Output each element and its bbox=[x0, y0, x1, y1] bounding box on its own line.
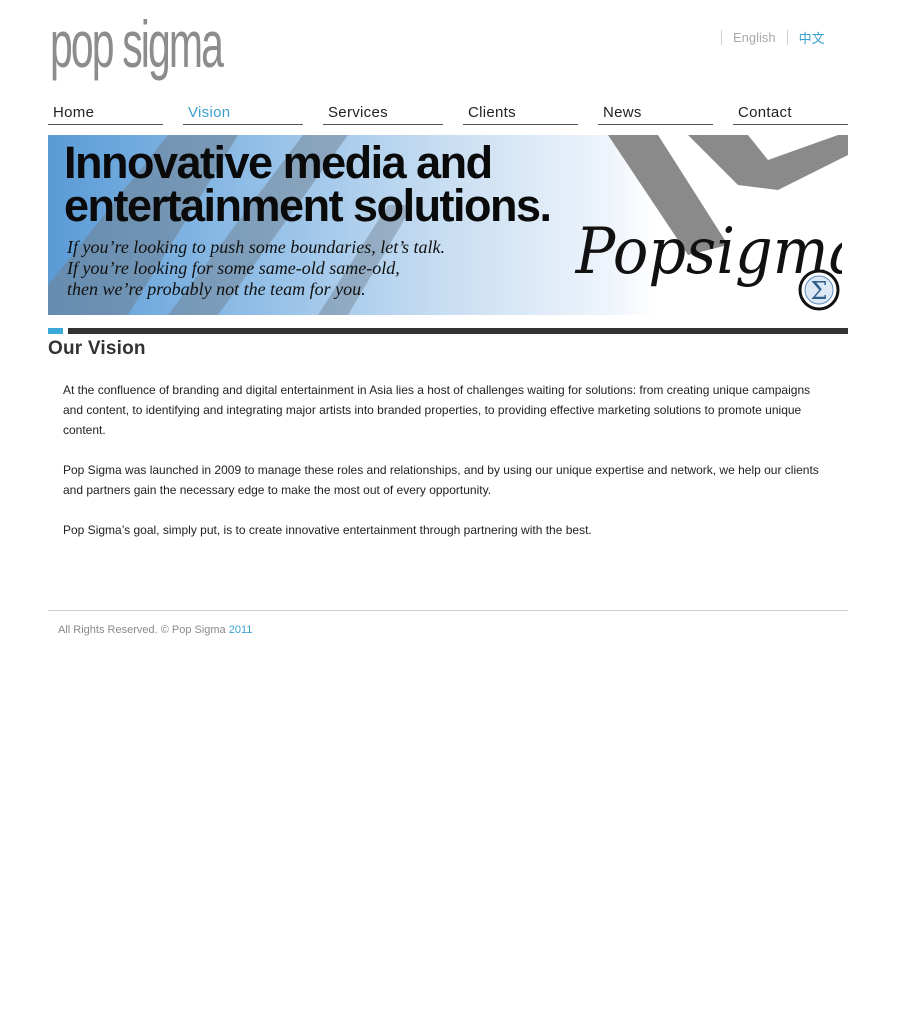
signature-logo: Popsigma Σ bbox=[572, 201, 848, 315]
page-title: Our Vision bbox=[48, 338, 146, 359]
banner-tagline-line: If you’re looking to push some boundarie… bbox=[67, 237, 445, 257]
nav-contact[interactable]: Contact bbox=[733, 104, 848, 125]
footer: All Rights Reserved. © Pop Sigma 2011 bbox=[58, 624, 252, 636]
language-switcher: English 中文 bbox=[721, 28, 825, 47]
nav-vision[interactable]: Vision bbox=[183, 104, 303, 125]
signature-text: Popsigma bbox=[575, 214, 842, 289]
paragraph: Pop Sigma was launched in 2009 to manage… bbox=[63, 463, 819, 497]
banner-tagline-line: If you’re looking for some same-old same… bbox=[67, 258, 400, 278]
banner-tagline: If you’re looking to push some boundarie… bbox=[67, 237, 445, 300]
logo[interactable]: pop sigma bbox=[50, 8, 224, 80]
copyright-text: All Rights Reserved. © Pop Sigma bbox=[58, 624, 229, 636]
sigma-icon: Σ bbox=[811, 277, 828, 305]
banner-headline-line: Innovative media and bbox=[64, 137, 493, 188]
section-accent bbox=[48, 328, 63, 334]
nav-services[interactable]: Services bbox=[323, 104, 443, 125]
nav-news[interactable]: News bbox=[598, 104, 713, 125]
paragraph: Pop Sigma’s goal, simply put, is to crea… bbox=[63, 523, 592, 537]
banner-tagline-line: then we’re probably not the team for you… bbox=[67, 279, 366, 299]
hero-banner: Innovative media and entertainment solut… bbox=[48, 135, 848, 315]
paragraph: At the confluence of branding and digita… bbox=[63, 383, 811, 437]
banner-headline: Innovative media and entertainment solut… bbox=[64, 137, 552, 231]
section-divider-bar bbox=[68, 328, 848, 334]
nav-clients[interactable]: Clients bbox=[463, 104, 578, 125]
language-chinese-link[interactable]: 中文 bbox=[788, 28, 825, 47]
copyright-year: 2011 bbox=[228, 624, 253, 636]
vision-content: At the confluence of branding and digita… bbox=[63, 380, 833, 560]
banner-headline-line: entertainment solutions. bbox=[64, 180, 552, 231]
language-english-link[interactable]: English bbox=[722, 30, 787, 45]
nav-home[interactable]: Home bbox=[48, 104, 163, 125]
main-nav: Home Vision Services Clients News Contac… bbox=[48, 104, 848, 126]
footer-divider bbox=[48, 610, 848, 611]
